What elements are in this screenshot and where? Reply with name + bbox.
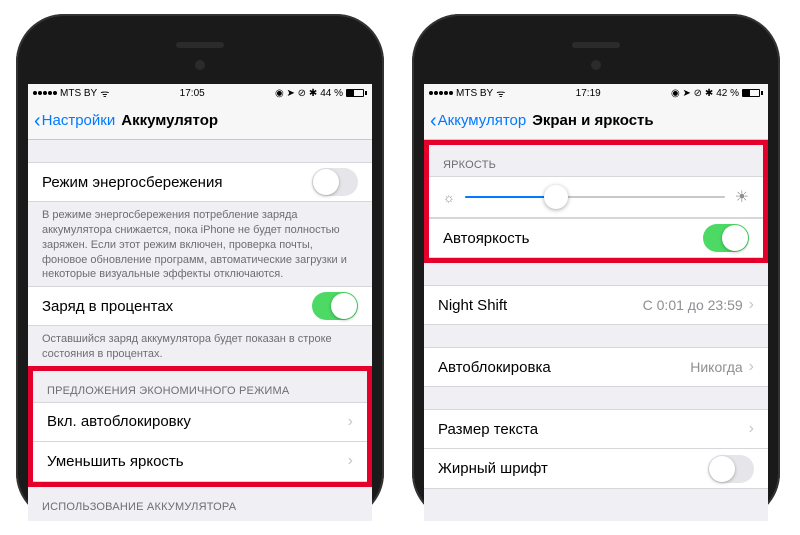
low-power-mode-cell[interactable]: Режим энергосбережения xyxy=(28,162,372,202)
clock: 17:05 xyxy=(180,88,205,99)
chevron-left-icon: ‹ xyxy=(430,111,437,131)
back-button[interactable]: ‹ Аккумулятор xyxy=(430,111,526,131)
page-title: Экран и яркость xyxy=(532,112,653,129)
suggestions-header: ПРЕДЛОЖЕНИЯ ЭКОНОМИЧНОГО РЕЖИМА xyxy=(33,371,367,402)
cell-label: Уменьшить яркость xyxy=(47,453,184,470)
page-title: Аккумулятор xyxy=(121,112,218,129)
usage-header: ИСПОЛЬЗОВАНИЕ АККУМУЛЯТОРА xyxy=(28,487,372,518)
highlight-suggestions: ПРЕДЛОЖЕНИЯ ЭКОНОМИЧНОГО РЕЖИМА Вкл. авт… xyxy=(28,366,372,487)
sun-low-icon: ☼ xyxy=(443,190,455,205)
screen-right: MTS BY ᯤ 17:19 ◉ ➤ ⊘ ✱ 42 % ‹ Аккумулято… xyxy=(424,84,768,521)
clock: 17:19 xyxy=(576,88,601,99)
back-label: Настройки xyxy=(42,112,116,129)
battery-percentage-note: Оставшийся заряд аккумулятора будет пока… xyxy=(28,326,372,366)
slider-thumb[interactable] xyxy=(544,185,568,209)
battery-icon xyxy=(346,89,367,97)
brightness-slider[interactable] xyxy=(465,196,725,198)
cell-label: Автоблокировка xyxy=(438,359,551,376)
bold-text-toggle[interactable] xyxy=(708,455,754,483)
text-size-cell[interactable]: Размер текста › xyxy=(424,409,768,449)
wifi-icon: ᯤ xyxy=(100,86,109,100)
chevron-right-icon: › xyxy=(348,413,353,431)
statusbar: MTS BY ᯤ 17:05 ◉ ➤ ⊘ ✱ 44 % xyxy=(28,84,372,102)
auto-brightness-toggle[interactable] xyxy=(703,224,749,252)
back-button[interactable]: ‹ Настройки xyxy=(34,111,115,131)
wifi-icon: ᯤ xyxy=(496,86,505,100)
cell-label: Режим энергосбережения xyxy=(42,174,222,191)
statusbar: MTS BY ᯤ 17:19 ◉ ➤ ⊘ ✱ 42 % xyxy=(424,84,768,102)
screen-left: MTS BY ᯤ 17:05 ◉ ➤ ⊘ ✱ 44 % ‹ Настройки … xyxy=(28,84,372,521)
battery-icon xyxy=(742,89,763,97)
brightness-slider-row[interactable]: ☼ ☀ xyxy=(429,176,763,218)
suggestion-autolock[interactable]: Вкл. автоблокировку › xyxy=(33,402,367,442)
battery-percent: 42 % xyxy=(716,88,739,99)
low-power-toggle[interactable] xyxy=(312,168,358,196)
navbar: ‹ Настройки Аккумулятор xyxy=(28,102,372,140)
chevron-right-icon: › xyxy=(749,358,754,376)
battery-percentage-cell[interactable]: Заряд в процентах xyxy=(28,286,372,326)
auto-brightness-cell[interactable]: Автояркость xyxy=(429,218,763,258)
suggestion-reduce-brightness[interactable]: Уменьшить яркость › xyxy=(33,442,367,482)
cell-label: Жирный шрифт xyxy=(438,460,548,477)
chevron-right-icon: › xyxy=(749,296,754,314)
sun-high-icon: ☀ xyxy=(735,187,749,207)
status-icons: ◉ ➤ ⊘ ✱ xyxy=(275,88,317,99)
navbar: ‹ Аккумулятор Экран и яркость xyxy=(424,102,768,140)
chevron-right-icon: › xyxy=(749,420,754,438)
low-power-note: В режиме энергосбережения потребление за… xyxy=(28,202,372,286)
battery-percent: 44 % xyxy=(320,88,343,99)
phone-left: MTS BY ᯤ 17:05 ◉ ➤ ⊘ ✱ 44 % ‹ Настройки … xyxy=(16,14,384,521)
cell-label: Размер текста xyxy=(438,421,538,438)
brightness-header: ЯРКОСТЬ xyxy=(429,145,763,176)
cell-value: С 0:01 до 23:59 xyxy=(643,297,743,313)
carrier-label: MTS BY xyxy=(456,88,493,99)
highlight-brightness: ЯРКОСТЬ ☼ ☀ Автояркость xyxy=(424,140,768,263)
carrier-label: MTS BY xyxy=(60,88,97,99)
cell-label: Вкл. автоблокировку xyxy=(47,413,191,430)
chevron-right-icon: › xyxy=(348,452,353,470)
cell-value: Никогда xyxy=(690,359,742,375)
phone-right: MTS BY ᯤ 17:19 ◉ ➤ ⊘ ✱ 42 % ‹ Аккумулято… xyxy=(412,14,780,521)
status-icons: ◉ ➤ ⊘ ✱ xyxy=(671,88,713,99)
back-label: Аккумулятор xyxy=(438,112,527,129)
battery-percentage-toggle[interactable] xyxy=(312,292,358,320)
cell-label: Автояркость xyxy=(443,230,529,247)
bold-text-cell[interactable]: Жирный шрифт xyxy=(424,449,768,489)
night-shift-cell[interactable]: Night Shift С 0:01 до 23:59 › xyxy=(424,285,768,325)
cell-label: Night Shift xyxy=(438,297,507,314)
cell-label: Заряд в процентах xyxy=(42,298,173,315)
auto-lock-cell[interactable]: Автоблокировка Никогда › xyxy=(424,347,768,387)
chevron-left-icon: ‹ xyxy=(34,111,41,131)
